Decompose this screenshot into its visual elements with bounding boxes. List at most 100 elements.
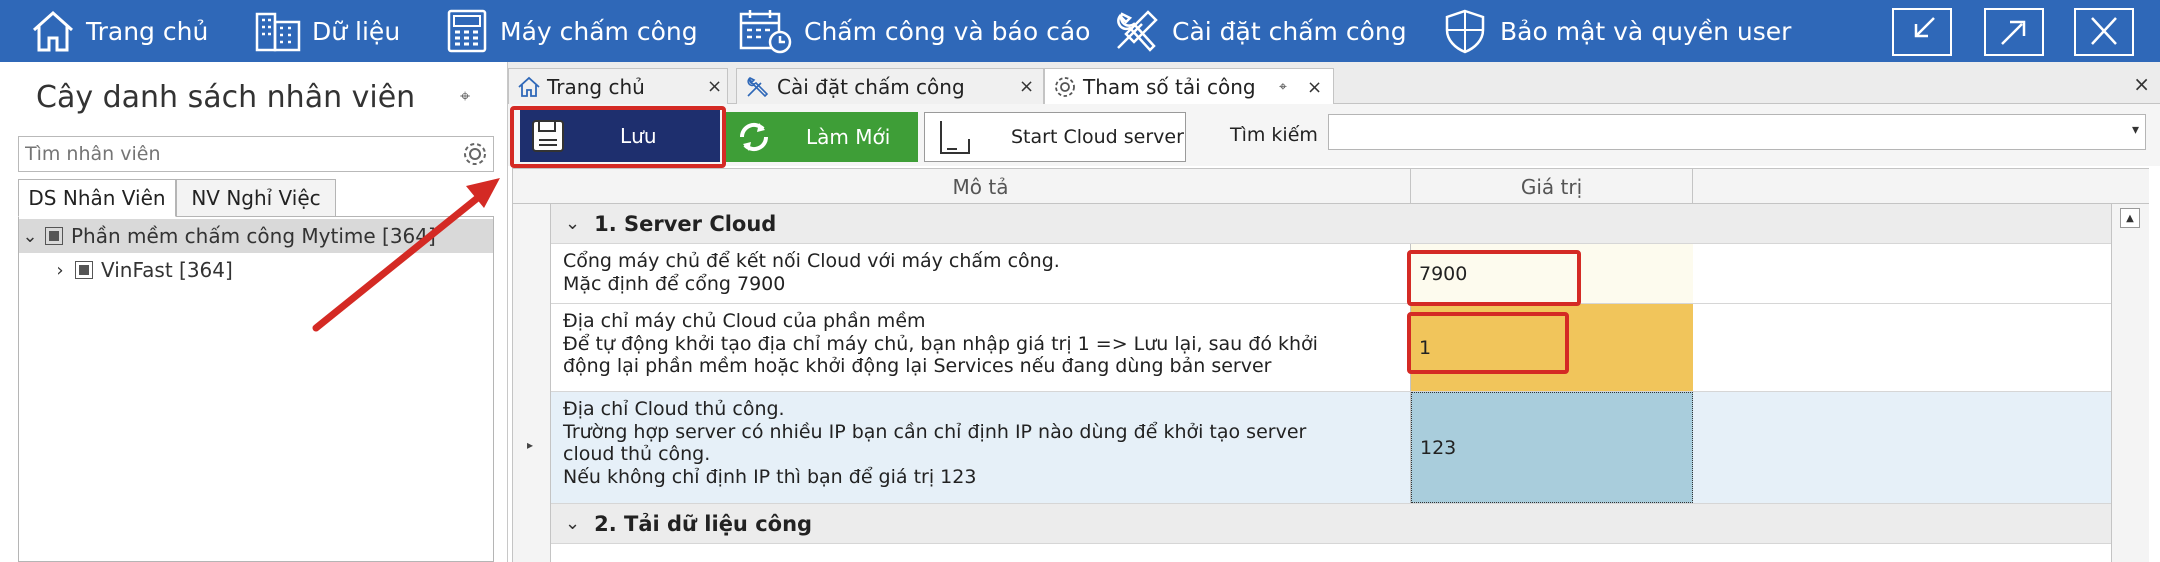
employee-tree-panel: Cây danh sách nhân viên ⌖ DS Nhân Viên N… xyxy=(0,62,508,562)
search-label: Tìm kiếm xyxy=(1230,124,1318,146)
current-row-indicator-icon: ▸ xyxy=(527,438,534,452)
pin-icon[interactable]: ⌖ xyxy=(460,86,470,107)
description-line: Địa chỉ máy chủ Cloud của phần mềm xyxy=(563,310,926,332)
highlight-address-value-box xyxy=(1407,312,1569,374)
toolbar: Lưu Làm Mới Start Cloud server Tìm kiếm … xyxy=(508,104,2160,166)
description-line: Trường hợp server có nhiều IP bạn cần ch… xyxy=(563,420,1307,443)
tab-attendance-settings-label: Cài đặt chấm công xyxy=(777,74,965,99)
start-cloud-server-button[interactable]: Start Cloud server xyxy=(924,112,1186,162)
close-tab-icon[interactable]: × xyxy=(707,76,722,97)
description-line: Địa chỉ Cloud thủ công. xyxy=(563,398,785,420)
close-icon xyxy=(2091,17,2117,45)
maximize-button[interactable] xyxy=(1984,8,2044,56)
menu-data-label: Dữ liệu xyxy=(312,16,401,46)
tab-active-employees[interactable]: DS Nhân Viên xyxy=(18,179,176,217)
highlight-save-box xyxy=(510,106,726,168)
description-line: Mặc định để cổng 7900 xyxy=(563,272,786,295)
cloud-server-icon xyxy=(940,121,970,154)
close-window-button[interactable] xyxy=(2074,8,2134,56)
menu-home-label: Trang chủ xyxy=(86,16,209,46)
vertical-scrollbar[interactable]: ▲ xyxy=(2111,204,2149,562)
tab-load-parameters[interactable]: Tham số tải công ⌖ × xyxy=(1044,68,1334,105)
category-label: 1. Server Cloud xyxy=(594,211,777,236)
gear-icon xyxy=(1055,77,1075,97)
tools-icon xyxy=(747,76,769,97)
column-description[interactable]: Mô tả xyxy=(551,169,1411,205)
tab-home[interactable]: Trang chủ × xyxy=(508,68,728,104)
tree-node-child[interactable]: › VinFast [364] xyxy=(49,253,233,287)
minimize-icon xyxy=(1914,17,1935,38)
parameter-description: Địa chỉ Cloud thủ công. Trường hợp serve… xyxy=(551,392,1411,503)
chevron-down-icon[interactable]: ⌄ xyxy=(19,226,41,247)
tree-node-root[interactable]: ⌄ Phần mềm chấm công Mytime [364] xyxy=(19,219,493,253)
home-icon xyxy=(32,10,74,52)
search-input[interactable] xyxy=(1333,118,2113,146)
menu-timeclock[interactable]: Máy chấm công xyxy=(444,0,698,62)
shield-icon xyxy=(1445,9,1485,54)
description-line: động lại phần mềm hoặc khởi động lại Ser… xyxy=(563,355,1272,377)
pin-icon[interactable]: ⌖ xyxy=(1279,79,1287,95)
panel-title: Cây danh sách nhân viên xyxy=(36,80,416,115)
refresh-button-label: Làm Mới xyxy=(806,125,891,149)
scroll-up-icon[interactable]: ▲ xyxy=(2120,208,2140,228)
parameter-grid: Mô tả Giá trị ▸ ⌄ 1. Server Cloud Cổng m… xyxy=(512,168,2149,562)
tools-icon xyxy=(1117,10,1158,52)
highlight-port-value-box xyxy=(1407,250,1581,306)
employee-search-box xyxy=(18,136,494,172)
home-icon xyxy=(518,76,540,97)
tab-load-parameters-label: Tham số tải công xyxy=(1083,75,1256,99)
category-row[interactable]: ⌄ 2. Tải dữ liệu công xyxy=(551,504,2111,544)
description-line: Nếu không chỉ định IP thì bạn để giá trị… xyxy=(563,465,977,488)
parameter-value-cell[interactable]: 123 xyxy=(1411,392,1693,503)
refresh-icon xyxy=(739,122,769,152)
parameter-row[interactable]: Cổng máy chủ để kết nối Cloud với máy ch… xyxy=(551,244,2111,304)
menu-attendance-report-label: Chấm công và báo cáo xyxy=(804,16,1091,46)
timeclock-icon xyxy=(447,9,487,53)
parameter-description: Địa chỉ máy chủ Cloud của phần mềm Để tự… xyxy=(551,304,1411,391)
grid-header: Mô tả Giá trị xyxy=(513,168,2149,205)
row-indicator-column: ▸ xyxy=(513,204,551,562)
chevron-down-icon[interactable]: ▾ xyxy=(2132,122,2139,138)
tab-attendance-settings[interactable]: Cài đặt chấm công × xyxy=(736,68,1044,104)
document-tabs: Trang chủ × Cài đặt chấm công × Tham số … xyxy=(508,62,2160,105)
tree-node-label: Phần mềm chấm công Mytime [364] xyxy=(71,224,436,248)
parameter-row-selected[interactable]: Địa chỉ Cloud thủ công. Trường hợp serve… xyxy=(551,392,2111,504)
gear-icon[interactable] xyxy=(461,140,489,168)
maximize-icon xyxy=(2001,20,2026,45)
menu-security[interactable]: Bảo mật và quyền user xyxy=(1440,0,1791,62)
tab-resigned-employees[interactable]: NV Nghỉ Việc xyxy=(176,179,336,217)
chevron-down-icon[interactable]: ⌄ xyxy=(565,213,580,234)
menu-security-label: Bảo mật và quyền user xyxy=(1500,16,1792,46)
parameter-row[interactable]: Địa chỉ máy chủ Cloud của phần mềm Để tự… xyxy=(551,304,2111,392)
tab-home-label: Trang chủ xyxy=(547,74,645,99)
menu-data[interactable]: Dữ liệu xyxy=(254,0,400,62)
category-row[interactable]: ⌄ 1. Server Cloud xyxy=(551,204,2111,244)
close-tab-icon[interactable]: × xyxy=(1019,76,1034,97)
chevron-down-icon[interactable]: ⌄ xyxy=(565,513,580,534)
building-icon xyxy=(255,12,301,52)
column-value[interactable]: Giá trị xyxy=(1411,169,1693,205)
main-content: Trang chủ × Cài đặt chấm công × Tham số … xyxy=(508,62,2160,562)
tree-node-label: VinFast [364] xyxy=(101,258,233,282)
description-line: Để tự động khởi tạo địa chỉ máy chủ, bạn… xyxy=(563,332,1318,355)
start-cloud-server-label: Start Cloud server xyxy=(1011,126,1184,148)
search-combobox[interactable]: ▾ xyxy=(1328,114,2146,150)
menu-attendance-report[interactable]: Chấm công và báo cáo xyxy=(738,0,1090,62)
employee-search-input[interactable] xyxy=(25,139,445,169)
employee-tree: ⌄ Phần mềm chấm công Mytime [364] › VinF… xyxy=(18,216,494,562)
category-label: 2. Tải dữ liệu công xyxy=(594,511,813,536)
chevron-right-icon[interactable]: › xyxy=(49,260,71,281)
minimize-button[interactable] xyxy=(1892,8,1952,56)
top-menu-bar: Trang chủ Dữ liệu Máy chấm công Chấm côn… xyxy=(0,0,2160,62)
close-tab-icon[interactable]: × xyxy=(1307,77,1322,98)
refresh-button[interactable]: Làm Mới xyxy=(726,112,918,162)
menu-attendance-settings[interactable]: Cài đặt chấm công xyxy=(1112,0,1407,62)
description-line: Cổng máy chủ để kết nối Cloud với máy ch… xyxy=(563,250,1060,272)
tree-checkbox[interactable] xyxy=(75,261,93,279)
menu-home[interactable]: Trang chủ xyxy=(30,0,208,62)
close-all-tabs-icon[interactable]: × xyxy=(2133,72,2150,96)
menu-attendance-settings-label: Cài đặt chấm công xyxy=(1172,16,1407,46)
menu-timeclock-label: Máy chấm công xyxy=(500,16,698,46)
tree-checkbox[interactable] xyxy=(45,227,63,245)
parameter-description: Cổng máy chủ để kết nối Cloud với máy ch… xyxy=(551,244,1411,303)
